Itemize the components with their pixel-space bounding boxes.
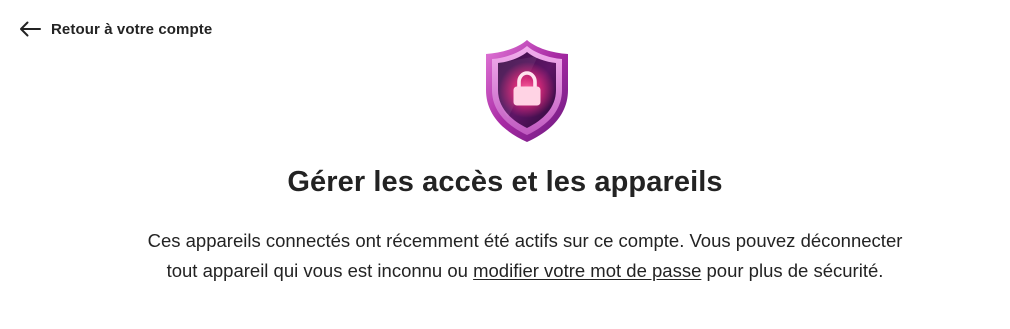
back-to-account-link[interactable]: Retour à votre compte: [18, 17, 212, 41]
change-password-link[interactable]: modifier votre mot de passe: [473, 260, 701, 281]
arrow-left-icon: [18, 17, 42, 41]
back-link-label: Retour à votre compte: [51, 20, 213, 38]
shield-lock-icon: [478, 38, 576, 144]
description-text-end: pour plus de sécurité.: [701, 259, 884, 281]
page-description: Ces appareils connectés ont récemment ét…: [140, 226, 910, 285]
page-title: Gérer les accès et les appareils: [287, 166, 723, 198]
